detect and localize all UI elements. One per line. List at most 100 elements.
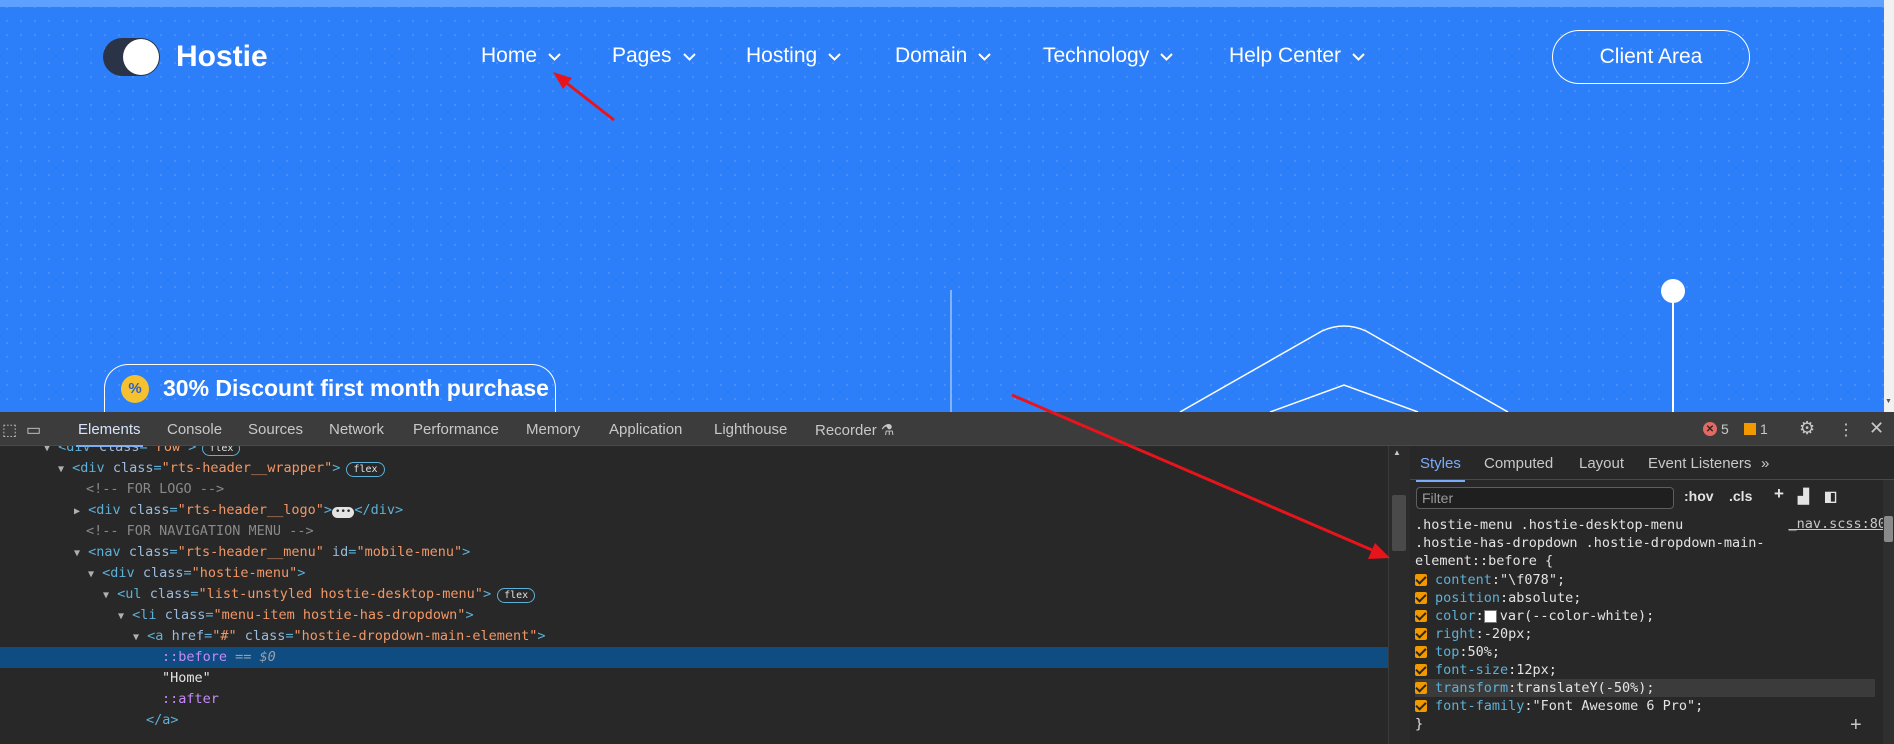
page-scrollbar[interactable]: ▼: [1884, 0, 1894, 412]
error-counter[interactable]: ✕ 5: [1703, 421, 1729, 437]
property-checkbox[interactable]: [1415, 700, 1427, 712]
nav-item-hosting[interactable]: Hosting: [746, 44, 842, 68]
nav-item-technology[interactable]: Technology: [1043, 44, 1174, 68]
more-tabs-icon[interactable]: »: [1761, 455, 1769, 472]
styles-scrollbar-thumb[interactable]: [1884, 516, 1893, 542]
website-viewport: Hostie Home Pages Hosting Domain Technol…: [0, 0, 1884, 412]
site-logo[interactable]: Hostie: [103, 38, 268, 76]
scroll-up-arrow-icon[interactable]: ▲: [1393, 448, 1401, 457]
rule-selector-line[interactable]: element::before {: [1415, 552, 1553, 570]
device-toolbar-icon[interactable]: ▭: [26, 420, 41, 440]
css-property-row[interactable]: font-family: "Font Awesome 6 Pro";: [1415, 697, 1875, 715]
error-icon: ✕: [1703, 422, 1717, 436]
property-checkbox[interactable]: [1415, 682, 1427, 694]
warning-count: 1: [1760, 421, 1768, 437]
tab-computed[interactable]: Computed: [1484, 455, 1553, 472]
more-options-icon[interactable]: ⋮: [1838, 420, 1854, 440]
rule-closing-brace: }: [1415, 716, 1424, 732]
dom-node-hostie-menu[interactable]: ▼ <div class="hostie-menu">: [0, 563, 1388, 584]
property-checkbox[interactable]: [1415, 646, 1427, 658]
dom-node-after[interactable]: ::after: [0, 689, 1388, 710]
dom-comment-nav[interactable]: <!-- FOR NAVIGATION MENU -->: [0, 521, 1388, 542]
nav-label: Hosting: [746, 44, 818, 67]
rule-source-link[interactable]: _nav.scss:80: [1788, 516, 1886, 532]
dom-text-home[interactable]: "Home": [0, 668, 1388, 689]
rule-selector-line[interactable]: .hostie-menu .hostie-desktop-menu: [1415, 516, 1683, 534]
property-checkbox[interactable]: [1415, 664, 1427, 676]
tab-recorder-label: Recorder: [815, 422, 877, 439]
logo-text: Hostie: [176, 40, 268, 73]
chevron-down-icon: [1160, 52, 1173, 61]
nav-label: Home: [481, 44, 538, 67]
dom-node-li[interactable]: ▼ <li class="menu-item hostie-has-dropdo…: [0, 605, 1388, 626]
css-property-row[interactable]: top: 50%;: [1415, 643, 1875, 661]
css-property-row[interactable]: position: absolute;: [1415, 589, 1875, 607]
paint-brush-icon[interactable]: ▟: [1798, 488, 1809, 505]
dom-node-ul[interactable]: ▼ <ul class="list-unstyled hostie-deskto…: [0, 584, 1388, 605]
collapsed-ellipsis[interactable]: •••: [332, 507, 355, 518]
dom-node-header-wrapper[interactable]: ▼ <div class="rts-header__wrapper"> flex: [0, 458, 1388, 479]
flask-icon: ⚗: [880, 422, 895, 439]
tab-console[interactable]: Console: [167, 421, 222, 438]
tab-event-listeners[interactable]: Event Listeners: [1648, 455, 1751, 472]
elements-scrollbar-thumb[interactable]: [1392, 495, 1406, 551]
styles-filter-input[interactable]: Filter: [1416, 487, 1674, 509]
tab-memory[interactable]: Memory: [526, 421, 580, 438]
hov-toggle[interactable]: :hov: [1684, 488, 1714, 504]
flex-badge[interactable]: flex: [346, 462, 385, 477]
css-property-row[interactable]: transform: translateY(-50%);: [1415, 679, 1875, 697]
toggle-sidebar-icon[interactable]: ◧: [1824, 488, 1837, 505]
close-devtools-icon[interactable]: ✕: [1869, 418, 1884, 439]
css-property-row[interactable]: color: var(--color-white);: [1415, 607, 1875, 625]
nav-item-help-center[interactable]: Help Center: [1229, 44, 1366, 68]
logo-toggle-icon: [103, 38, 160, 76]
promo-banner[interactable]: % 30% Discount first month purchase: [104, 364, 556, 412]
css-property-row[interactable]: font-size: 12px;: [1415, 661, 1875, 679]
error-count: 5: [1721, 421, 1729, 437]
nav-item-home[interactable]: Home: [481, 44, 562, 68]
add-property-plus-icon[interactable]: +: [1850, 714, 1862, 737]
property-checkbox[interactable]: [1415, 628, 1427, 640]
flex-badge[interactable]: flex: [202, 446, 241, 456]
dom-node-row[interactable]: ▼ <div class="row"> flex: [0, 446, 1388, 458]
dom-node-anchor[interactable]: ▼ <a href="#" class="hostie-dropdown-mai…: [0, 626, 1388, 647]
tab-layout[interactable]: Layout: [1579, 455, 1624, 472]
promo-text: 30% Discount first month purchase: [163, 375, 549, 401]
dom-node-anchor-close[interactable]: </a>: [0, 710, 1388, 731]
color-swatch[interactable]: [1483, 609, 1497, 623]
new-rule-plus-icon[interactable]: +: [1774, 484, 1784, 504]
nav-item-domain[interactable]: Domain: [895, 44, 992, 68]
nav-label: Pages: [612, 44, 672, 67]
property-checkbox[interactable]: [1415, 574, 1427, 586]
dom-node-before-selected[interactable]: ::before == $0: [0, 647, 1388, 668]
nav-label: Technology: [1043, 44, 1150, 67]
dom-node-header-logo[interactable]: ▶ <div class="rts-header__logo"> ••• </div…: [0, 500, 1388, 521]
dom-node-nav[interactable]: ▼ <nav class="rts-header__menu" id="mobi…: [0, 542, 1388, 563]
styles-pane: Styles Computed Layout Event Listeners »…: [1410, 446, 1894, 744]
property-checkbox[interactable]: [1415, 610, 1427, 622]
tab-lighthouse[interactable]: Lighthouse: [714, 421, 787, 438]
panel-splitter[interactable]: ▲: [1388, 446, 1411, 744]
dom-comment-logo[interactable]: <!-- FOR LOGO -->: [0, 479, 1388, 500]
settings-gear-icon[interactable]: ⚙: [1799, 418, 1815, 439]
elements-tree[interactable]: ▼ <div class="row"> flex ▼ <div class="rt…: [0, 446, 1388, 744]
tab-performance[interactable]: Performance: [413, 421, 499, 438]
tab-styles[interactable]: Styles: [1416, 455, 1465, 482]
tab-application[interactable]: Application: [609, 421, 682, 438]
inspect-element-icon[interactable]: ⬚: [2, 420, 17, 440]
rule-selector-line[interactable]: .hostie-has-dropdown .hostie-dropdown-ma…: [1415, 534, 1765, 552]
property-checkbox[interactable]: [1415, 592, 1427, 604]
cls-toggle[interactable]: .cls: [1729, 488, 1752, 504]
warning-counter[interactable]: 1: [1744, 421, 1768, 437]
client-area-button[interactable]: Client Area: [1552, 30, 1750, 84]
css-property-row[interactable]: content: "\f078";: [1415, 571, 1875, 589]
tab-sources[interactable]: Sources: [248, 421, 303, 438]
flex-badge[interactable]: flex: [497, 588, 536, 603]
scroll-down-arrow-icon[interactable]: ▼: [1885, 398, 1892, 406]
chevron-down-icon: [682, 52, 696, 61]
css-property-row[interactable]: right: -20px;: [1415, 625, 1875, 643]
tab-network[interactable]: Network: [329, 421, 384, 438]
nav-item-pages[interactable]: Pages: [612, 44, 697, 68]
tab-elements[interactable]: Elements: [76, 421, 143, 447]
tab-recorder[interactable]: Recorder ⚗: [815, 421, 894, 439]
